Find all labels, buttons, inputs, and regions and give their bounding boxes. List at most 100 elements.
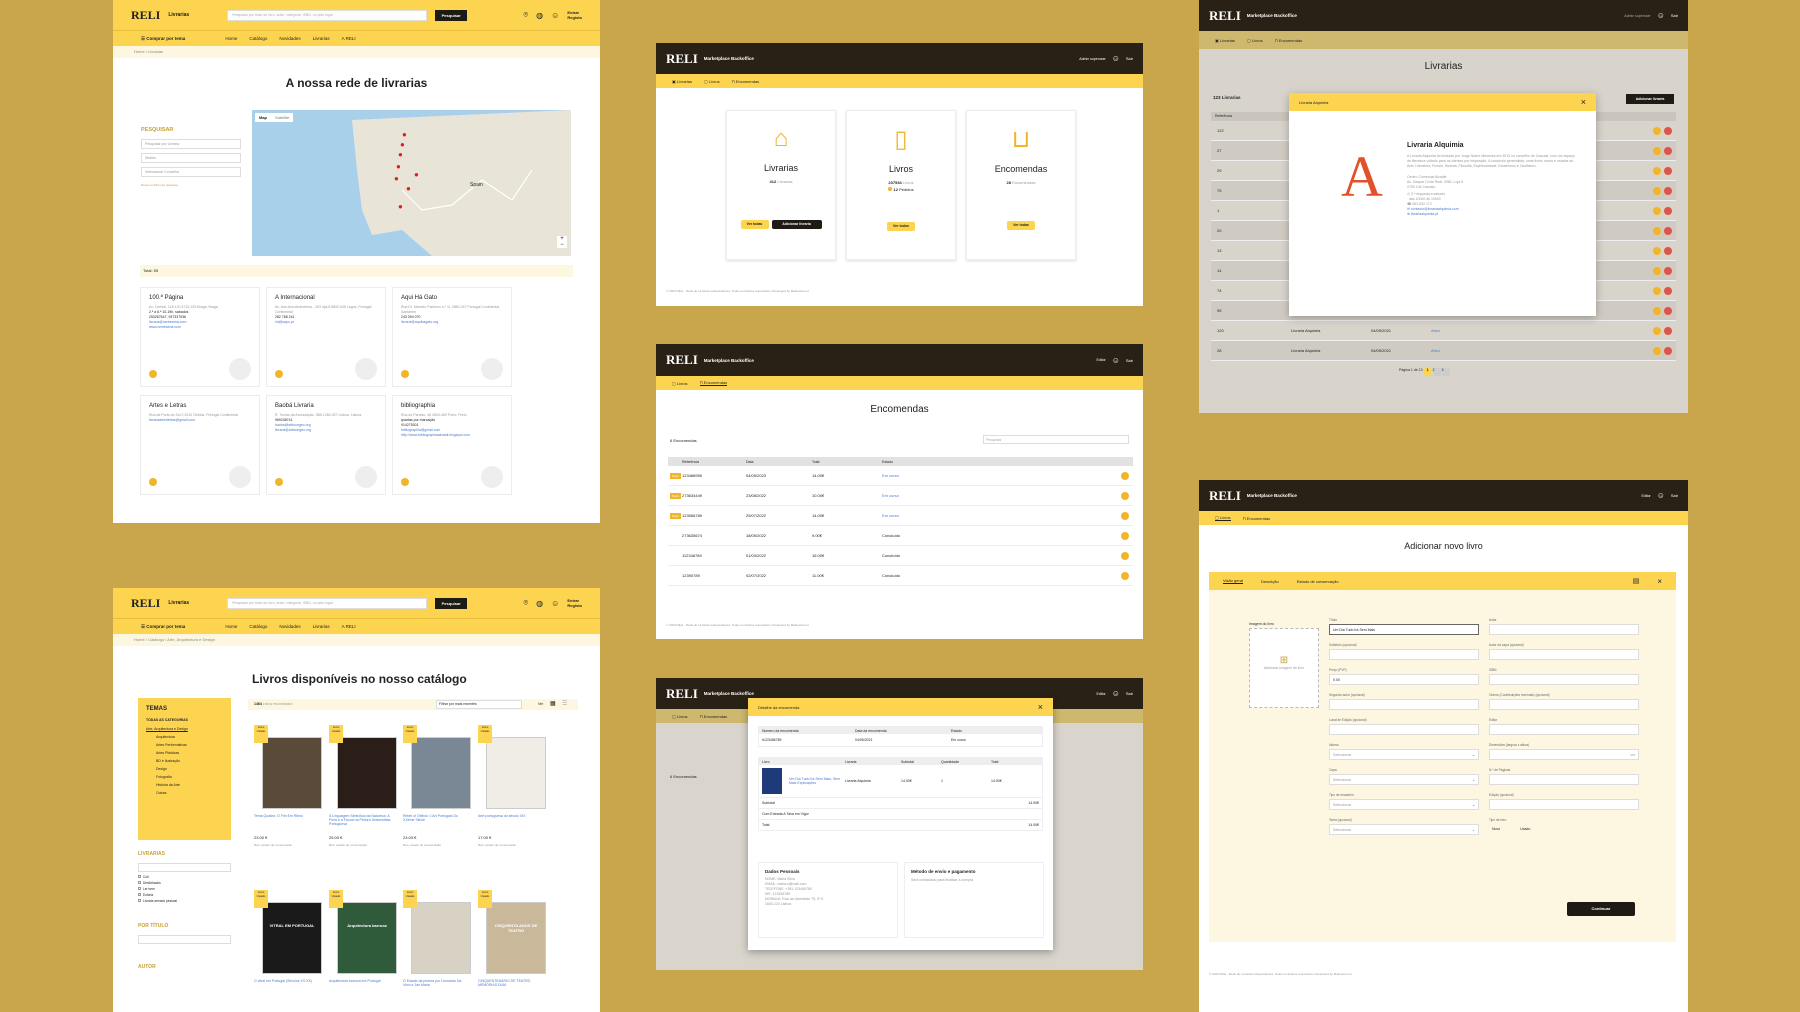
category-item[interactable]: Artes Performativas [156,743,223,747]
search-button[interactable]: Pesquisar [435,9,468,21]
book-cover[interactable] [411,902,471,974]
shop-checkbox[interactable]: Cult [138,875,231,879]
book-title-link[interactable]: O Estado da pintura por Leonardo Da Vinc… [403,979,467,987]
order-book-link[interactable]: Um Dia Tudo Irá Sem Mais, Sem Mais Expli… [789,777,845,785]
shop-checkbox[interactable]: Euforia [138,893,231,897]
bookstore-web-link[interactable]: http://www.bibliographiaabrasil.blogspot… [401,433,503,438]
form-input[interactable]: Seleccionar ⌄ [1329,799,1479,810]
bookstore-email-link[interactable]: livrariaartesletras@gmail.com [149,418,251,423]
backoffice-logo[interactable]: RELI [666,352,698,368]
table-row[interactable]: 120 Livraria Alquimia 04/05/2021 Ativo [1211,321,1676,341]
search-input[interactable]: Pesquisar por título do livro, autor, ca… [227,597,428,609]
form-input[interactable] [1489,674,1639,685]
book-cover[interactable] [411,737,471,809]
book-cover[interactable] [337,737,397,809]
store-logo[interactable]: RELI [131,596,160,611]
backoffice-logo[interactable]: RELI [666,686,698,702]
backoffice-logo[interactable]: RELI [666,51,698,67]
tab-orders[interactable]: ⊓ Encomendas [699,380,728,386]
book-cover[interactable]: VITRAL EM PORTUGAL [262,902,322,974]
cart-icon[interactable]: ◍ [536,599,543,608]
shop-by-theme[interactable]: ☰ Comprar por tema [141,36,185,42]
reset-filters-link[interactable]: Reset os filtros de pesquisa [141,183,241,187]
delete-icon[interactable] [1664,186,1672,195]
view-icon[interactable] [1653,206,1661,215]
table-row[interactable]: Novo 123488959 04/05/2023 14.00€ Em curso [668,466,1133,486]
delete-icon[interactable] [1664,286,1672,295]
bookstore-status[interactable]: Ativo [1431,348,1440,353]
form-input[interactable] [1329,699,1479,710]
view-icon[interactable] [1653,186,1661,195]
user-icon[interactable]: ☺ [551,11,559,20]
bookstore-status[interactable]: Ativo [1431,328,1440,333]
close-icon[interactable]: × [1581,97,1586,107]
zoom-controls[interactable]: + − [557,236,567,248]
view-icon[interactable] [1653,126,1661,135]
book-cover[interactable] [486,737,546,809]
book-cover[interactable]: CINQUENTA ANOS DE TEATRO [486,902,546,974]
user-icon[interactable]: ☺ [551,599,559,608]
nav-about[interactable]: A RELI [342,624,356,629]
delete-icon[interactable] [1664,246,1672,255]
logout-link[interactable]: Sair [1671,493,1678,498]
bookstore-marker-icon[interactable] [401,370,409,378]
backoffice-logo[interactable]: RELI [1209,488,1241,504]
book-cover[interactable]: Arquitectura barroca [337,902,397,974]
table-row[interactable]: 273635674 18/05/2022 9.00€ Concluído [668,526,1133,546]
image-upload-box[interactable]: ⊞ Adicionar imagem do livro [1249,628,1319,708]
save-icon[interactable]: ▤ [1633,577,1640,585]
delete-icon[interactable] [1664,146,1672,155]
map-marker[interactable]: ● [398,150,403,159]
bookstore-card[interactable]: A Internacional Av. dos descobrimentos - … [266,287,386,387]
bookstore-card[interactable]: Artes e Letras Rua da Porta do Sol 2 2510… [140,395,260,495]
tab-description[interactable]: Descrição [1261,579,1279,584]
tab-condition[interactable]: Estado de conservação [1297,579,1339,584]
nav-about[interactable]: A RELI [342,36,356,41]
nav-stores[interactable]: Livrarias [313,624,330,629]
bookstore-search-input[interactable]: Pesquisar por Livraria [141,139,241,149]
table-row[interactable]: 12390789 02/07/2022 11.00€ Concluído [668,566,1133,586]
view-all-orders-button[interactable]: Ver todas [1007,221,1035,230]
bookstore-card[interactable]: 100.ª Página Av. Central, 118-120 4710-22… [140,287,260,387]
nav-home[interactable]: Home [225,624,237,629]
all-categories-link[interactable]: TODAS AS CATEGORIAS [146,718,223,722]
user-icon[interactable]: ☺ [1657,491,1665,500]
category-item[interactable]: História da Arte [156,783,223,787]
view-icon[interactable] [1121,511,1129,520]
map-marker[interactable]: ● [406,184,411,193]
search-input[interactable]: Pesquisar por título do livro, autor, ca… [227,9,428,21]
district-select[interactable]: Distrito [141,153,241,163]
view-icon[interactable] [1121,571,1129,580]
form-input[interactable] [1489,724,1639,735]
delete-icon[interactable] [1664,346,1672,355]
list-view-icon[interactable]: ☰ [562,700,567,707]
view-icon[interactable] [1653,326,1661,335]
logout-link[interactable]: Sair [1126,358,1133,363]
view-all-bookstores-button[interactable]: Ver todas [740,220,769,229]
table-row[interactable]: 112346789 01/03/2022 16.00€ Concluído [668,546,1133,566]
shop-checkbox[interactable]: Livraria armario pessoal [138,899,231,903]
view-icon[interactable] [1653,286,1661,295]
grid-view-icon[interactable]: ▦ [550,700,556,707]
book-title-link[interactable]: Arquitectura barroca em Portugal [329,979,393,983]
search-button[interactable]: Pesquisar [435,597,468,609]
add-bookstore-button[interactable]: Adicionar livraria [1626,94,1674,104]
tab-books[interactable]: ▢ Livros [672,381,688,386]
close-icon[interactable]: × [1038,702,1043,712]
tab-orders[interactable]: ⊓ Encomendas [732,79,760,84]
bookstore-marker-icon[interactable] [275,478,283,486]
tab-bookstores[interactable]: ▣ Livrarias [1215,38,1235,43]
nav-home[interactable]: Home [225,36,237,41]
logout-link[interactable]: Sair [1126,56,1133,61]
book-cover[interactable] [262,737,322,809]
map-marker[interactable]: ● [398,202,403,211]
form-input[interactable]: 0.00 [1329,674,1479,685]
bookstore-web-link[interactable]: www.centesima.com [149,325,251,330]
bookstore-web-link[interactable]: livraria@artisongeo.org [275,428,377,433]
view-icon[interactable] [1653,226,1661,235]
nav-news[interactable]: Novidades [279,624,300,629]
table-row[interactable]: Novo 273634449 23/08/2022 10.00€ Em curso [668,486,1133,506]
add-bookstore-button[interactable]: Adicionar livraria [771,220,822,229]
shop-by-theme[interactable]: ☰ Comprar por tema [141,624,185,630]
form-input[interactable]: Seleccionar ⌄ [1329,774,1479,785]
